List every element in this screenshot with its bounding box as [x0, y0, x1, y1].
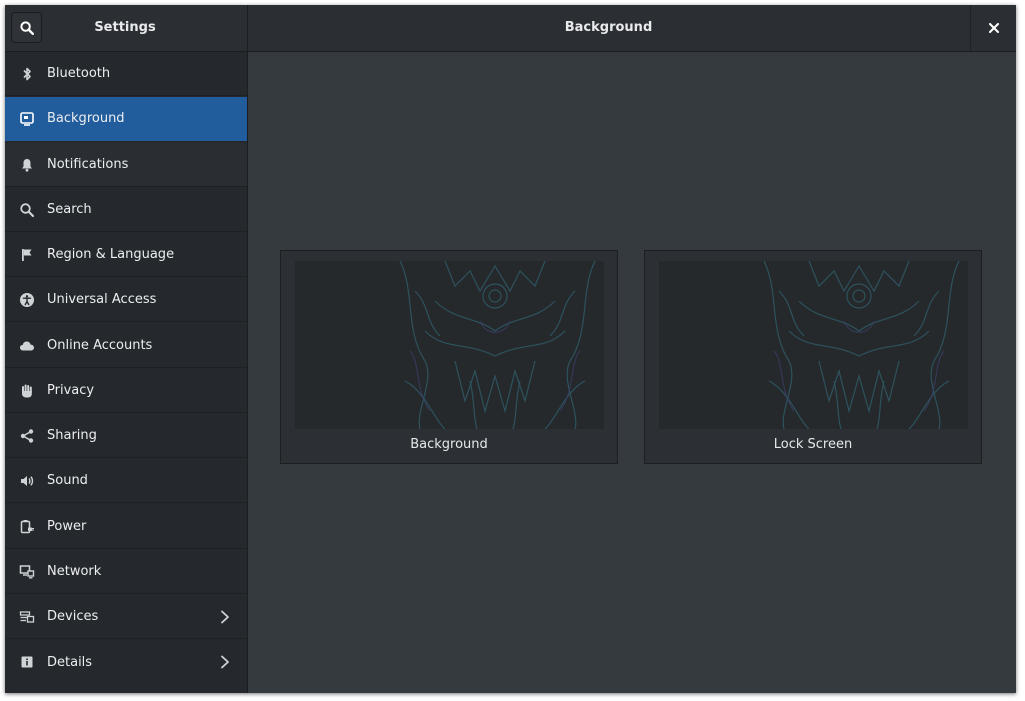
background-panel: Background Lock Screen [248, 52, 1016, 693]
power-plug-icon [19, 519, 35, 535]
sidebar-item-notifications[interactable]: Notifications [5, 143, 247, 187]
sidebar-item-power[interactable]: Power [5, 505, 247, 549]
bell-icon [19, 157, 35, 173]
network-icon [19, 564, 35, 580]
sidebar-item-background[interactable]: Background [5, 97, 247, 141]
sidebar-item-universal-access[interactable]: Universal Access [5, 278, 247, 322]
preview-label: Lock Screen [773, 437, 853, 452]
sidebar-item-bluetooth[interactable]: Bluetooth [5, 52, 247, 96]
sidebar-item-privacy[interactable]: Privacy [5, 369, 247, 413]
sidebar: Bluetooth Background Notifications Searc… [5, 52, 248, 693]
sidebar-title: Settings [94, 20, 156, 35]
hand-icon [19, 383, 35, 399]
sidebar-item-label: Details [47, 654, 93, 670]
chevron-right-icon [221, 610, 229, 624]
search-icon [19, 20, 34, 35]
preview-label: Background [410, 437, 488, 452]
flag-icon [19, 247, 35, 263]
sidebar-item-label: Notifications [47, 157, 129, 172]
sidebar-item-label: Search [47, 202, 92, 217]
close-icon [988, 23, 999, 33]
sidebar-item-sound[interactable]: Sound [5, 459, 247, 503]
bluetooth-icon [19, 66, 35, 82]
page-title: Background [564, 20, 653, 35]
speaker-icon [19, 473, 35, 489]
sidebar-item-label: Region & Language [47, 247, 175, 262]
sidebar-item-details[interactable]: Details [5, 640, 247, 684]
accessibility-icon [19, 292, 35, 308]
sidebar-item-label: Privacy [47, 383, 95, 398]
devices-icon [19, 609, 35, 625]
share-icon [19, 428, 35, 444]
sidebar-item-label: Devices [47, 609, 99, 624]
sidebar-item-label: Sharing [47, 428, 97, 443]
sidebar-item-label: Online Accounts [47, 338, 153, 353]
sidebar-item-devices[interactable]: Devices [5, 595, 247, 639]
background-thumbnail [295, 261, 604, 429]
sidebar-item-region-language[interactable]: Region & Language [5, 233, 247, 277]
sidebar-item-sharing[interactable]: Sharing [5, 414, 247, 458]
background-icon [19, 111, 35, 127]
settings-window: Settings Background Bluetooth Background [5, 5, 1016, 693]
info-icon [19, 654, 35, 670]
chevron-right-icon [221, 655, 229, 669]
sidebar-item-search[interactable]: Search [5, 188, 247, 232]
sidebar-item-online-accounts[interactable]: Online Accounts [5, 324, 247, 368]
cloud-icon [19, 338, 35, 354]
sidebar-item-label: Sound [47, 473, 88, 488]
header-bar: Settings Background [5, 5, 1016, 52]
sidebar-item-label: Background [47, 111, 125, 126]
search-icon [19, 202, 35, 218]
sidebar-item-network[interactable]: Network [5, 550, 247, 594]
sidebar-item-label: Bluetooth [47, 66, 111, 81]
sidebar-item-label: Network [47, 564, 102, 579]
sidebar-item-label: Universal Access [47, 292, 157, 307]
sidebar-header: Settings [5, 5, 248, 51]
lock-screen-thumbnail [659, 261, 968, 429]
sidebar-item-label: Power [47, 519, 87, 534]
background-preview-button[interactable]: Background [280, 250, 618, 464]
lock-screen-preview-button[interactable]: Lock Screen [644, 250, 982, 464]
close-button[interactable] [971, 5, 1016, 51]
search-button[interactable] [11, 12, 42, 43]
